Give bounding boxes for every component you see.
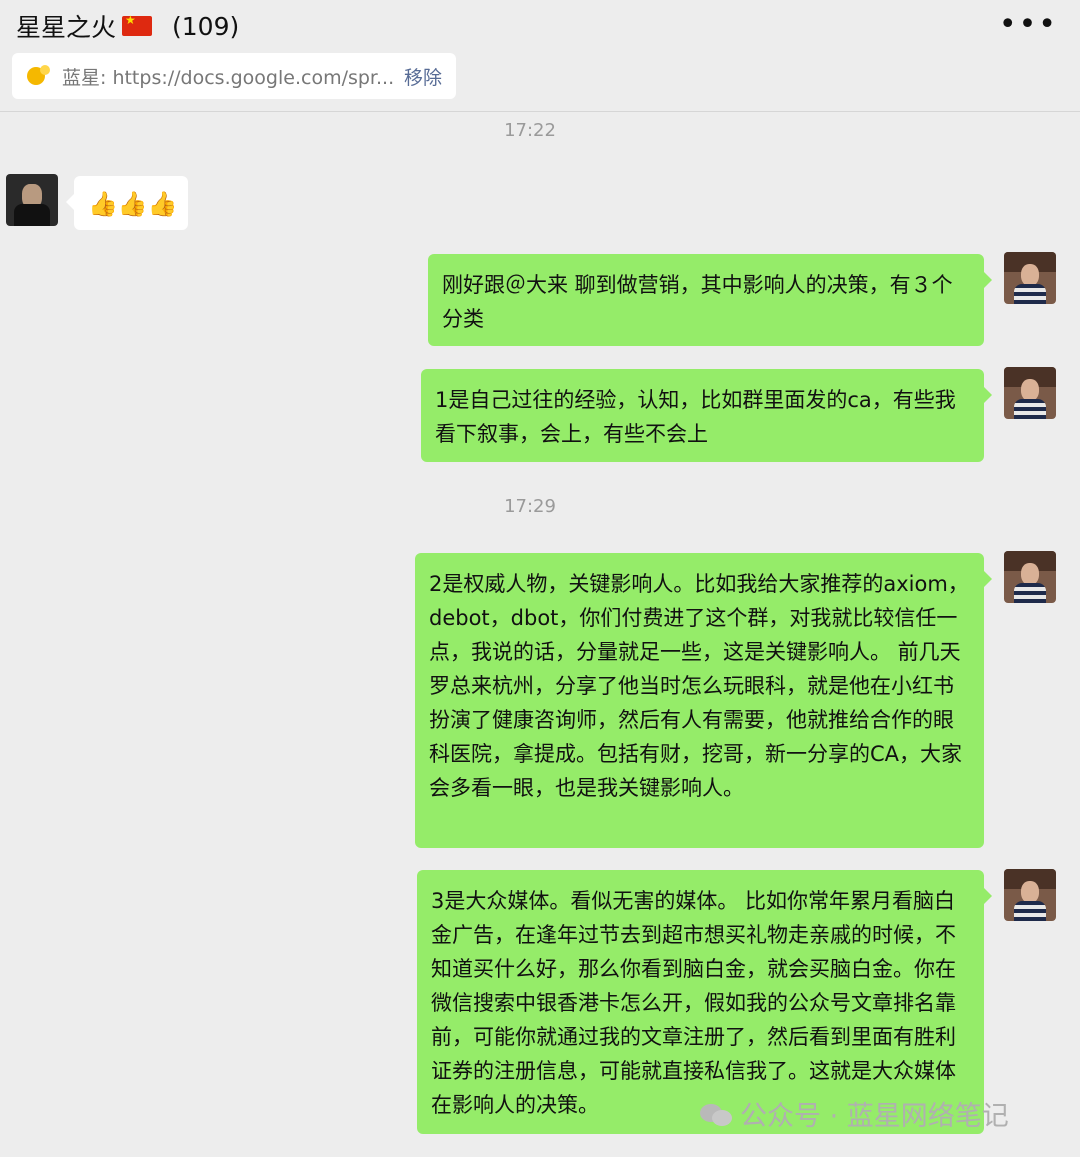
avatar[interactable] [6,174,58,226]
watermark: 公众号 · 蓝星网络笔记 [700,1094,1009,1133]
avatar[interactable] [1004,869,1056,921]
chat-header: 星星之火 (109) ••• 蓝星: https://docs.google.c… [0,0,1080,112]
message-bubble-incoming[interactable]: 👍👍👍 [66,176,188,230]
watermark-text: 公众号 · 蓝星网络笔记 [740,1101,1009,1132]
avatar[interactable] [1004,367,1056,419]
chat-title[interactable]: 星星之火 (109) [16,8,239,44]
thumbs-up-emoji: 👍👍👍 [88,190,178,218]
pinned-message-bar[interactable]: 蓝星: https://docs.google.com/spr... 移除 [12,53,456,99]
message-bubble-outgoing[interactable]: 1是自己过往的经验，认知，比如群里面发的ca，有些我看下叙事，会上，有些不会上 [421,369,992,462]
pinned-message-text[interactable]: 蓝星: https://docs.google.com/spr... [62,63,404,90]
message-bubble-outgoing[interactable]: 刚好跟＠大来 聊到做营销，其中影响人的决策，有３个分类 [428,254,992,346]
timestamp: 17:29 [504,496,556,517]
member-count: (109) [172,11,240,41]
timestamp: 17:22 [504,120,556,141]
message-bubble-outgoing[interactable]: 2是权威人物，关键影响人。比如我给大家推荐的axiom，debot，dbot，你… [415,553,992,848]
wechat-logo-icon [700,1100,734,1128]
avatar[interactable] [1004,252,1056,304]
weather-sun-icon [26,63,52,89]
china-flag-icon [122,13,153,36]
more-dots-icon[interactable]: ••• [999,10,1058,40]
chat-name: 星星之火 [16,13,117,42]
remove-pin-button[interactable]: 移除 [404,63,442,90]
avatar[interactable] [1004,551,1056,603]
